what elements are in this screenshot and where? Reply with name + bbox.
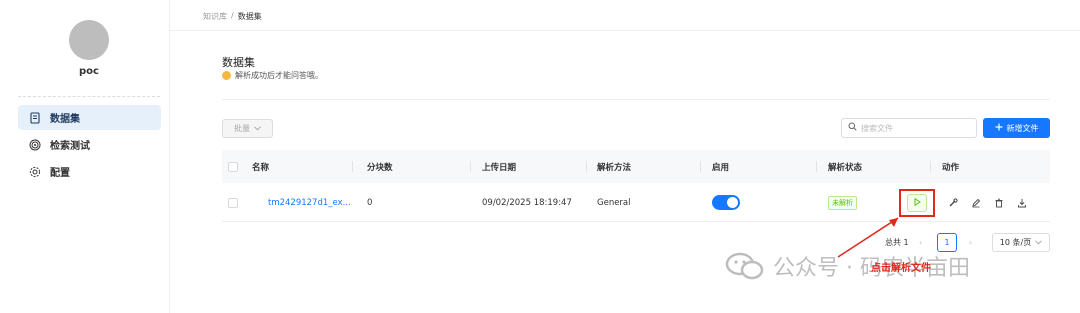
status-badge: 未解析 xyxy=(828,195,857,210)
column-divider xyxy=(470,161,471,172)
prev-page-icon[interactable]: ‹ xyxy=(919,232,922,252)
sidebar-item-dataset[interactable]: 数据集 xyxy=(18,105,161,130)
column-header-name[interactable]: 名称 xyxy=(252,150,269,183)
download-icon[interactable] xyxy=(1016,197,1028,209)
column-divider xyxy=(700,161,701,172)
column-header-parse-status[interactable]: 解析状态 xyxy=(828,150,862,183)
edit-icon[interactable] xyxy=(970,197,982,209)
add-file-label: 新增文件 xyxy=(1006,123,1039,133)
section-divider xyxy=(222,99,1050,100)
column-header-parse-method[interactable]: 解析方法 xyxy=(597,150,631,183)
header-divider xyxy=(170,30,1080,31)
gear-icon xyxy=(28,165,42,179)
upload-date: 09/02/2025 18:19:47 xyxy=(482,197,572,208)
row-checkbox[interactable] xyxy=(228,197,238,208)
sidebar: poc 数据集 检索测试 配置 xyxy=(0,0,170,313)
page-title: 数据集 xyxy=(222,56,255,69)
parse-method: General xyxy=(597,197,631,208)
settings-tool-icon[interactable] xyxy=(947,197,959,209)
annotation-text: 点击解析文件 xyxy=(871,263,931,274)
page-size-label: 10 条/页 xyxy=(999,238,1032,247)
breadcrumb-knowledge-base[interactable]: 知识库 xyxy=(203,11,227,22)
chevron-down-icon xyxy=(1035,238,1043,247)
add-file-button[interactable]: 新增文件 xyxy=(983,118,1050,138)
emoji-icon xyxy=(222,71,231,80)
sidebar-item-label: 配置 xyxy=(50,168,70,179)
search-box[interactable] xyxy=(841,118,977,138)
column-header-actions: 动作 xyxy=(942,162,960,173)
column-divider xyxy=(816,161,817,172)
sidebar-item-label: 检索测试 xyxy=(50,141,90,152)
breadcrumb-separator: / xyxy=(231,11,234,20)
next-page-icon[interactable]: › xyxy=(969,232,972,252)
column-header-enabled[interactable]: 启用 xyxy=(712,150,729,183)
avatar[interactable] xyxy=(69,20,109,60)
sidebar-item-label: 数据集 xyxy=(50,114,80,125)
target-icon xyxy=(28,138,42,152)
highlight-box xyxy=(899,189,935,217)
hint-text: 解析成功后才能问答哦。 xyxy=(235,71,323,80)
parse-run-button[interactable] xyxy=(907,194,927,212)
chunk-count: 0 xyxy=(367,197,373,208)
play-icon xyxy=(914,197,921,209)
search-icon xyxy=(848,122,857,134)
column-divider xyxy=(352,161,353,172)
enable-toggle[interactable] xyxy=(712,195,740,210)
bulk-button-label: 批量 xyxy=(234,124,250,133)
column-header-chunks[interactable]: 分块数 xyxy=(367,150,393,183)
select-all-checkbox[interactable] xyxy=(228,161,238,172)
bulk-button[interactable]: 批量 xyxy=(222,119,273,138)
delete-icon[interactable] xyxy=(993,197,1005,209)
sidebar-item-config[interactable]: 配置 xyxy=(18,159,161,184)
sidebar-divider xyxy=(18,96,160,97)
sidebar-item-retrieval-test[interactable]: 检索测试 xyxy=(18,132,161,157)
page-hint: 解析成功后才能问答哦。 xyxy=(222,70,323,81)
username: poc xyxy=(79,66,99,77)
page-size-select[interactable]: 10 条/页 xyxy=(992,233,1050,252)
plus-icon xyxy=(995,123,1003,133)
document-icon xyxy=(28,111,42,125)
breadcrumb: 知识库 / 数据集 xyxy=(203,11,262,22)
wechat-logo-icon xyxy=(725,251,765,281)
column-header-upload-date[interactable]: 上传日期 xyxy=(482,150,516,183)
watermark: 公众号 · 码农半亩田 xyxy=(725,250,970,282)
breadcrumb-current: 数据集 xyxy=(237,12,262,21)
search-input[interactable] xyxy=(861,123,971,133)
column-divider xyxy=(586,161,587,172)
file-name-link[interactable]: tm2429127d1_ex... xyxy=(268,184,351,221)
pagination-total: 总共 1 xyxy=(885,237,909,247)
column-divider xyxy=(930,161,931,172)
table-header: 名称 分块数 上传日期 解析方法 启用 解析状态 动作 xyxy=(222,150,1050,183)
chevron-down-icon xyxy=(254,124,261,133)
